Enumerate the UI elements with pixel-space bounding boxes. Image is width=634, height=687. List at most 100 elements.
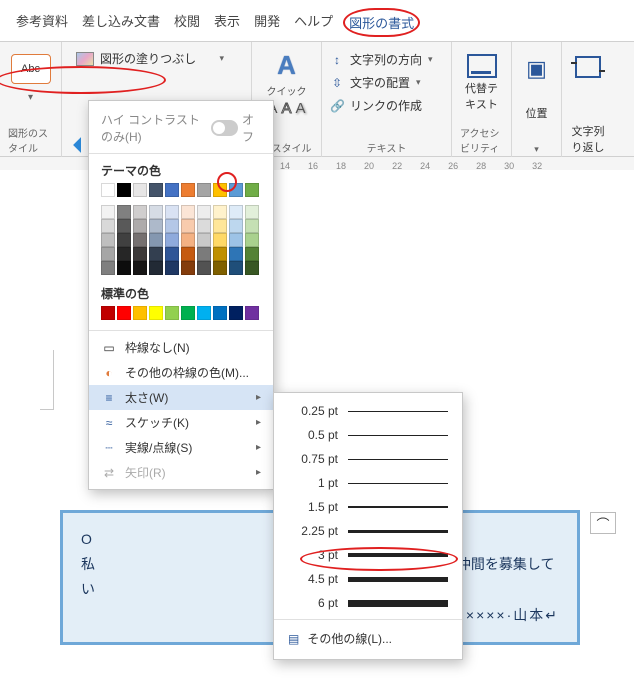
text-effects-button[interactable]: A: [296, 100, 306, 117]
theme-color-swatch[interactable]: [149, 233, 163, 247]
dashes-item[interactable]: ┈ 実線/点線(S) ▸: [89, 435, 273, 460]
standard-color-swatch[interactable]: [149, 306, 163, 320]
theme-color-swatch[interactable]: [165, 183, 179, 197]
tab-review[interactable]: 校閲: [170, 8, 204, 37]
theme-color-swatch[interactable]: [165, 219, 179, 233]
theme-color-swatch[interactable]: [149, 247, 163, 261]
shape-fill-button[interactable]: 図形の塗りつぶし ▾: [70, 48, 230, 69]
theme-color-swatch[interactable]: [181, 261, 195, 275]
theme-color-swatch[interactable]: [213, 261, 227, 275]
standard-color-swatch[interactable]: [197, 306, 211, 320]
theme-color-swatch[interactable]: [197, 247, 211, 261]
layout-options-icon[interactable]: ⌒: [590, 512, 616, 534]
standard-color-swatch[interactable]: [229, 306, 243, 320]
high-contrast-toggle[interactable]: ハイ コントラストのみ(H) オフ: [89, 107, 273, 149]
theme-color-swatch[interactable]: [165, 261, 179, 275]
weight-option[interactable]: 1.5 pt: [274, 495, 462, 519]
theme-color-swatch[interactable]: [181, 219, 195, 233]
weight-option[interactable]: 4.5 pt: [274, 567, 462, 591]
standard-color-swatch[interactable]: [133, 306, 147, 320]
sketch-item[interactable]: ≈ スケッチ(K) ▸: [89, 410, 273, 435]
theme-color-swatch[interactable]: [181, 183, 195, 197]
theme-color-swatch[interactable]: [229, 233, 243, 247]
theme-color-swatch[interactable]: [245, 233, 259, 247]
theme-color-swatch[interactable]: [149, 205, 163, 219]
theme-color-swatch[interactable]: [245, 219, 259, 233]
weight-option[interactable]: 6 pt: [274, 591, 462, 615]
weight-option[interactable]: 0.25 pt: [274, 399, 462, 423]
theme-color-swatch[interactable]: [133, 183, 147, 197]
theme-color-swatch[interactable]: [197, 183, 211, 197]
theme-color-swatch[interactable]: [197, 205, 211, 219]
wrap-text-icon[interactable]: [575, 56, 601, 78]
standard-color-swatch[interactable]: [213, 306, 227, 320]
theme-color-swatch[interactable]: [133, 261, 147, 275]
weight-option[interactable]: 0.5 pt: [274, 423, 462, 447]
theme-color-swatch[interactable]: [213, 233, 227, 247]
wordart-quick-styles[interactable]: A: [277, 50, 296, 81]
theme-color-swatch[interactable]: [101, 205, 115, 219]
tab-developer[interactable]: 開発: [250, 8, 284, 37]
text-direction-button[interactable]: ↕ 文字列の方向▾: [330, 50, 433, 69]
theme-color-swatch[interactable]: [213, 183, 227, 197]
standard-color-swatch[interactable]: [181, 306, 195, 320]
no-outline-item[interactable]: ▭ 枠線なし(N): [89, 335, 273, 360]
theme-color-swatch[interactable]: [101, 233, 115, 247]
weight-option[interactable]: 2.25 pt: [274, 519, 462, 543]
theme-color-swatch[interactable]: [181, 233, 195, 247]
theme-color-swatch[interactable]: [165, 233, 179, 247]
standard-color-swatch[interactable]: [165, 306, 179, 320]
theme-color-swatch[interactable]: [117, 183, 131, 197]
theme-color-swatch[interactable]: [197, 233, 211, 247]
theme-color-swatch[interactable]: [165, 247, 179, 261]
theme-color-swatch[interactable]: [149, 261, 163, 275]
theme-color-swatch[interactable]: [101, 183, 115, 197]
shape-style-preview[interactable]: Abc: [11, 54, 51, 84]
more-lines-item[interactable]: ▤ その他の線(L)...: [274, 624, 462, 653]
alt-text-icon[interactable]: [467, 54, 497, 78]
theme-color-swatch[interactable]: [117, 261, 131, 275]
theme-color-swatch[interactable]: [133, 205, 147, 219]
standard-color-swatch[interactable]: [117, 306, 131, 320]
theme-color-swatch[interactable]: [213, 247, 227, 261]
theme-color-swatch[interactable]: [181, 247, 195, 261]
theme-color-swatch[interactable]: [213, 205, 227, 219]
standard-color-swatch[interactable]: [101, 306, 115, 320]
theme-color-swatch[interactable]: [197, 261, 211, 275]
theme-color-swatch[interactable]: [229, 219, 243, 233]
theme-color-swatch[interactable]: [149, 219, 163, 233]
theme-color-swatch[interactable]: [229, 183, 243, 197]
theme-color-swatch[interactable]: [229, 205, 243, 219]
tab-view[interactable]: 表示: [210, 8, 244, 37]
tab-shape-format[interactable]: 図形の書式: [343, 8, 420, 37]
theme-color-swatch[interactable]: [149, 183, 163, 197]
more-outline-colors-item[interactable]: ◐ その他の枠線の色(M)...: [89, 360, 273, 385]
theme-color-swatch[interactable]: [101, 247, 115, 261]
theme-color-swatch[interactable]: [229, 247, 243, 261]
theme-color-swatch[interactable]: [117, 219, 131, 233]
tab-references[interactable]: 参考資料: [12, 8, 72, 37]
theme-color-swatch[interactable]: [245, 261, 259, 275]
weight-option[interactable]: 0.75 pt: [274, 447, 462, 471]
theme-color-swatch[interactable]: [117, 205, 131, 219]
theme-color-swatch[interactable]: [245, 183, 259, 197]
weight-option[interactable]: 1 pt: [274, 471, 462, 495]
create-link-button[interactable]: 🔗 リンクの作成: [330, 96, 422, 115]
theme-color-swatch[interactable]: [101, 261, 115, 275]
theme-color-swatch[interactable]: [197, 219, 211, 233]
theme-color-swatch[interactable]: [101, 219, 115, 233]
weight-item[interactable]: ≡ 太さ(W) ▸: [89, 385, 273, 410]
tab-help[interactable]: ヘルプ: [290, 8, 337, 37]
theme-color-swatch[interactable]: [213, 219, 227, 233]
theme-color-swatch[interactable]: [133, 233, 147, 247]
theme-color-swatch[interactable]: [133, 247, 147, 261]
theme-color-swatch[interactable]: [133, 219, 147, 233]
theme-color-swatch[interactable]: [117, 233, 131, 247]
theme-color-swatch[interactable]: [245, 247, 259, 261]
weight-option[interactable]: 3 pt: [274, 543, 462, 567]
theme-color-swatch[interactable]: [165, 205, 179, 219]
position-icon[interactable]: ▣: [526, 56, 547, 82]
theme-color-swatch[interactable]: [117, 247, 131, 261]
theme-color-swatch[interactable]: [229, 261, 243, 275]
align-text-button[interactable]: ⇳ 文字の配置▾: [330, 73, 421, 92]
